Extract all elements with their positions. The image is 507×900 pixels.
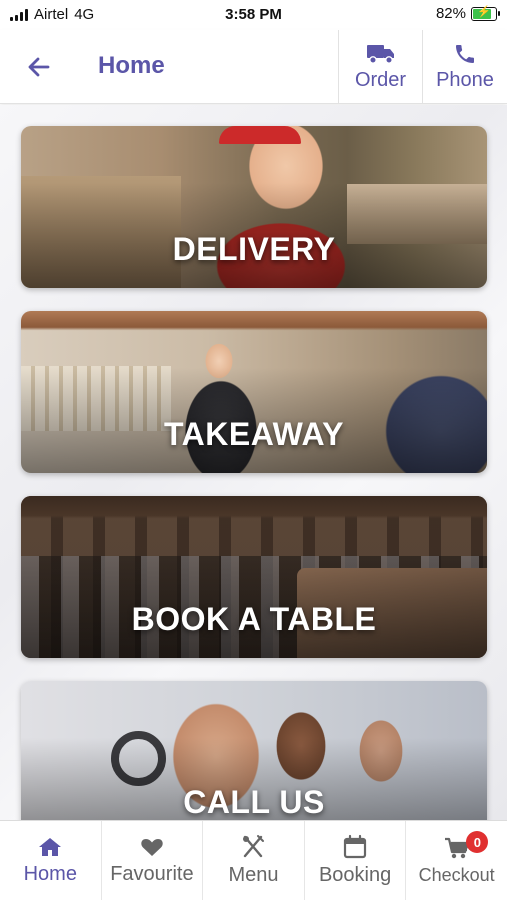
delivery-label: DELIVERY xyxy=(172,231,336,267)
nav-booking-label: Booking xyxy=(318,864,392,886)
nav-favourite-label: Favourite xyxy=(110,863,194,885)
nav-booking[interactable]: Booking xyxy=(305,821,407,900)
nav-favourite[interactable]: Favourite xyxy=(102,821,204,900)
phone-label: Phone xyxy=(436,69,494,91)
home-icon xyxy=(39,838,62,856)
nav-checkout-label: Checkout xyxy=(418,865,495,885)
heart-icon xyxy=(141,839,163,856)
status-right: 82% ⚡ xyxy=(435,5,500,22)
truck-icon xyxy=(366,45,394,64)
phone-button[interactable]: Phone xyxy=(422,30,507,104)
nav-menu-label: Menu xyxy=(228,864,279,886)
calendar-icon xyxy=(343,834,367,859)
page-title: Home xyxy=(98,52,165,79)
status-bar: Airtel 4G 3:58 PM 82% ⚡ xyxy=(0,0,507,30)
takeaway-label: TAKEAWAY xyxy=(163,416,345,452)
nav-menu[interactable]: Menu xyxy=(203,821,305,900)
phone-icon xyxy=(456,45,474,63)
status-time: 3:58 PM xyxy=(225,6,282,23)
book-table-card[interactable]: BOOK A TABLE xyxy=(21,496,487,658)
takeaway-card[interactable]: TAKEAWAY xyxy=(21,311,487,473)
order-button[interactable]: Order xyxy=(338,30,422,104)
call-us-label: CALL US xyxy=(183,784,325,820)
book-table-label: BOOK A TABLE xyxy=(131,601,377,637)
charging-bolt-icon: ⚡ xyxy=(477,5,491,18)
battery-icon: ⚡ xyxy=(471,5,500,21)
bottom-nav: Home Favourite Menu Booking 0 Checkout xyxy=(0,820,507,900)
delivery-card[interactable]: DELIVERY xyxy=(21,126,487,288)
call-us-card[interactable]: CALL US xyxy=(21,681,487,820)
nav-checkout[interactable]: 0 Checkout xyxy=(406,821,507,900)
nav-home[interactable]: Home xyxy=(0,821,102,900)
battery-percent: 82% xyxy=(435,5,466,22)
cutlery-icon xyxy=(243,835,265,858)
app-header: Home Order Phone xyxy=(0,30,507,104)
back-button[interactable] xyxy=(22,50,56,84)
order-label: Order xyxy=(354,69,407,91)
nav-home-label: Home xyxy=(23,863,77,885)
arrow-left-icon xyxy=(28,57,50,77)
main-content: DELIVERY TAKEAWAY BOOK A TABLE CALL US xyxy=(0,105,507,820)
cart-count-badge: 0 xyxy=(466,831,489,853)
